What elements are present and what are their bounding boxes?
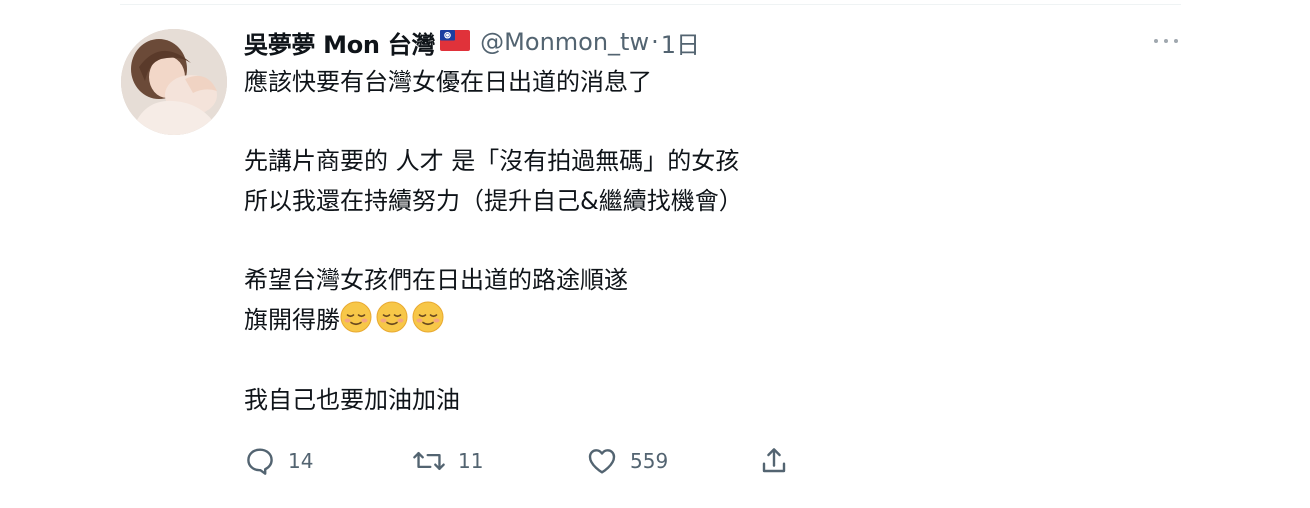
tweet-line: 旗開得勝 (244, 306, 340, 335)
share-icon (758, 445, 790, 477)
tweet-text: 應該快要有台灣女優在日出道的消息了 先講片商要的 人才 是「沒有拍過無碼」的女孩… (244, 63, 1144, 420)
separator-dot: · (651, 28, 659, 56)
tweet-header: 吳夢夢 Mon 台灣 @Monmon_tw · 1日 (244, 24, 700, 60)
timestamp[interactable]: 1日 (661, 25, 700, 60)
tweet-line (244, 222, 1144, 262)
reply-icon (244, 445, 276, 477)
user-handle[interactable]: @Monmon_tw (480, 28, 649, 56)
smiling-face-icon (340, 301, 372, 346)
tweet-line: 應該快要有台灣女優在日出道的消息了 (244, 68, 652, 96)
share-button[interactable] (758, 440, 790, 482)
display-name[interactable]: 吳夢夢 Mon 台灣 (244, 25, 435, 60)
avatar[interactable] (121, 29, 227, 135)
tweet-line (244, 103, 1144, 143)
reply-button[interactable]: 14 (244, 440, 313, 482)
smiling-face-icon (412, 301, 444, 346)
retweet-icon (412, 445, 446, 477)
reply-count: 14 (288, 449, 314, 473)
smiling-face-icon (376, 301, 408, 346)
taiwan-flag-icon (440, 29, 471, 55)
more-options-icon[interactable] (1154, 33, 1178, 49)
retweet-button[interactable]: 11 (412, 440, 483, 482)
like-button[interactable]: 559 (586, 440, 668, 482)
tweet-line-with-emoji: 旗開得勝 (244, 301, 1144, 341)
tweet-line: 我自己也要加油加油 (244, 385, 460, 414)
tweet-line: 希望台灣女孩們在日出道的路途順遂 (244, 266, 628, 295)
tweet-line (244, 341, 1144, 381)
like-count: 559 (630, 449, 669, 473)
top-divider (120, 4, 1181, 5)
tweet-line: 所以我還在持續努力（提升自己&繼續找機會） (244, 187, 743, 216)
tweet-line: 先講片商要的 人才 是「沒有拍過無碼」的女孩 (244, 147, 740, 176)
tweet-actions: 14 11 559 (244, 440, 804, 482)
retweet-count: 11 (458, 449, 484, 473)
heart-icon (586, 445, 618, 477)
